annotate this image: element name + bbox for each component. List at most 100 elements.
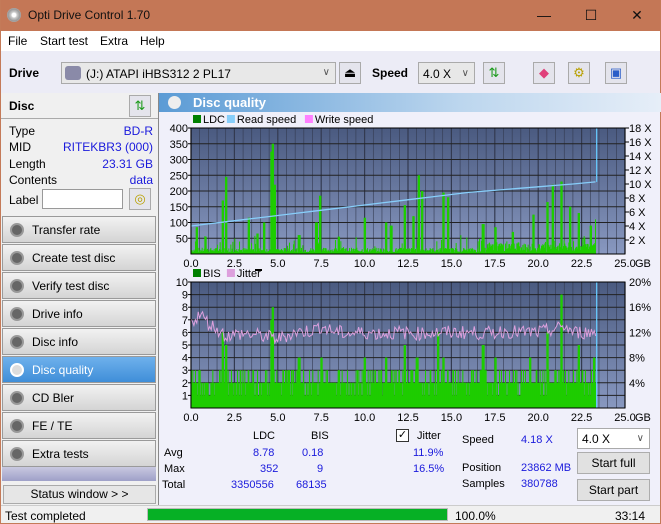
minimize-button[interactable]: — <box>521 0 567 31</box>
max-label: Max <box>164 463 185 475</box>
y2-tick-label: 6 X <box>629 207 646 219</box>
ldc-bar <box>448 197 450 254</box>
x-tick-label: 7.5 <box>314 258 329 270</box>
maximize-button[interactable]: ☐ <box>568 0 614 31</box>
y2-tick-label: 18 X <box>629 123 652 135</box>
avg-ldc: 8.78 <box>253 447 275 459</box>
start-part-button[interactable]: Start part <box>577 479 650 501</box>
settings-button[interactable]: ⚙ <box>568 62 590 84</box>
close-button[interactable]: ✕ <box>614 0 660 31</box>
gears-icon: ⚙ <box>573 65 585 80</box>
y2-tick-label: 8% <box>629 353 645 365</box>
drive-select[interactable]: (J:) ATAPI iHBS312 2 PL17 ∨ <box>61 62 336 84</box>
nav-disc-quality[interactable]: Disc quality <box>2 356 156 383</box>
eject-icon: ⏏ <box>343 65 357 80</box>
x-tick-label: 2.5 <box>227 412 242 424</box>
chevron-down-icon: ∨ <box>636 433 644 444</box>
ldc-bar <box>264 222 266 254</box>
disc-refresh-button[interactable]: ⇅ <box>129 95 151 117</box>
ldc-bar <box>391 225 393 254</box>
legend-label: BIS <box>203 268 221 280</box>
nav-cd-bler[interactable]: CD Bler <box>2 384 156 411</box>
refresh-speed-button[interactable]: ⇅ <box>483 62 505 84</box>
y2-tick-label: 12 X <box>629 165 652 177</box>
swap-arrows-icon: ⇅ <box>488 65 500 80</box>
save-button[interactable]: ▣ <box>605 62 627 84</box>
disc-length-value: 23.31 GB <box>102 157 153 171</box>
samples-value: 380788 <box>521 478 558 490</box>
swap-arrows-icon: ⇅ <box>134 98 146 113</box>
y-tick-label: 2 <box>182 378 188 390</box>
disc-tool-icon <box>10 223 24 237</box>
col-ldc-header: LDC <box>253 430 276 442</box>
menu-bar: File Start test Extra Help <box>1 31 660 51</box>
nav-disc-info[interactable]: Disc info <box>2 328 156 355</box>
y-tick-label: 200 <box>170 186 188 198</box>
disc-quality-panel: Disc quality LDC Read speed Write speed 50 1… <box>158 93 661 505</box>
menu-extra[interactable]: Extra <box>100 34 128 48</box>
menu-file[interactable]: File <box>8 34 27 48</box>
drive-icon <box>65 66 81 80</box>
eject-button[interactable]: ⏏ <box>339 62 361 84</box>
max-bis: 9 <box>317 463 324 475</box>
disc-tool-icon <box>10 447 24 461</box>
nav-transfer-rate[interactable]: Transfer rate <box>2 216 156 243</box>
ldc-bar <box>386 222 388 254</box>
chevron-down-icon: ∨ <box>322 67 330 78</box>
total-ldc: 3350556 <box>231 479 274 491</box>
x-tick-label: 5.0 <box>270 412 285 424</box>
menu-help[interactable]: Help <box>140 34 165 48</box>
jitter-checkbox[interactable]: ✓ <box>396 429 409 442</box>
x-tick-label: 17.5 <box>484 412 505 424</box>
bis-bar <box>594 382 597 408</box>
legend-swatch-write-speed <box>304 115 313 123</box>
position-value: 23862 MB <box>521 462 572 474</box>
ldc-bar <box>422 191 424 254</box>
disc-mid-label: MID <box>9 140 31 154</box>
status-window-button[interactable]: Status window > > <box>3 485 156 504</box>
y2-tick-label: 16% <box>629 302 651 314</box>
drive-select-value: (J:) ATAPI iHBS312 2 PL17 <box>86 67 231 81</box>
nav-label: CD Bler <box>32 391 75 405</box>
disc-type-label: Type <box>9 124 36 138</box>
nav-fe-te[interactable]: FE / TE <box>2 412 156 439</box>
nav-extra-tests[interactable]: Extra tests <box>2 440 156 467</box>
ldc-bar <box>222 200 225 254</box>
x-tick-label: 10.0 <box>354 412 375 424</box>
ldc-bar <box>594 219 597 254</box>
legend-marker <box>255 269 262 271</box>
ldc-bar <box>552 184 555 254</box>
elapsed-time: 33:14 <box>615 509 646 523</box>
y-tick-label: 9 <box>182 290 188 302</box>
nav-label: Create test disc <box>32 251 116 265</box>
speed-label: Speed <box>372 66 409 80</box>
menu-start-test[interactable]: Start test <box>40 34 88 48</box>
ldc-bar <box>570 206 572 254</box>
x-tick-label: 25.0 <box>614 412 635 424</box>
disc-label-button[interactable]: ◎ <box>129 188 151 210</box>
x-tick-label: 15.0 <box>441 258 462 270</box>
legend-swatch-ldc <box>193 115 201 123</box>
disc-header: Disc ⇅ <box>1 93 158 119</box>
nav-spacer <box>2 467 156 481</box>
y-tick-label: 300 <box>170 155 188 167</box>
speed-select[interactable]: 4.0 X ∨ <box>418 62 475 84</box>
total-label: Total <box>162 479 186 491</box>
y2-tick-label: 4 X <box>629 221 646 233</box>
disc-mid-value: RITEKBR3 (000) <box>62 140 153 154</box>
x-tick-label: 15.0 <box>441 412 462 424</box>
disc-label-input[interactable] <box>42 189 123 209</box>
nav-create-test-disc[interactable]: Create test disc <box>2 244 156 271</box>
y-tick-label: 350 <box>170 139 188 151</box>
y-tick-label: 7 <box>182 315 188 327</box>
nav-drive-info[interactable]: Drive info <box>2 300 156 327</box>
test-speed-select[interactable]: 4.0 X ∨ <box>577 428 650 449</box>
nav-verify-test-disc[interactable]: Verify test disc <box>2 272 156 299</box>
start-full-button[interactable]: Start full <box>577 452 650 474</box>
ldc-bar <box>413 216 415 254</box>
y-tick-label: 3 <box>182 365 188 377</box>
speed-stat-value: 4.18 X <box>521 434 553 446</box>
samples-label: Samples <box>462 478 505 490</box>
disc-tool-icon <box>10 419 24 433</box>
erase-button[interactable]: ◆ <box>533 62 555 84</box>
